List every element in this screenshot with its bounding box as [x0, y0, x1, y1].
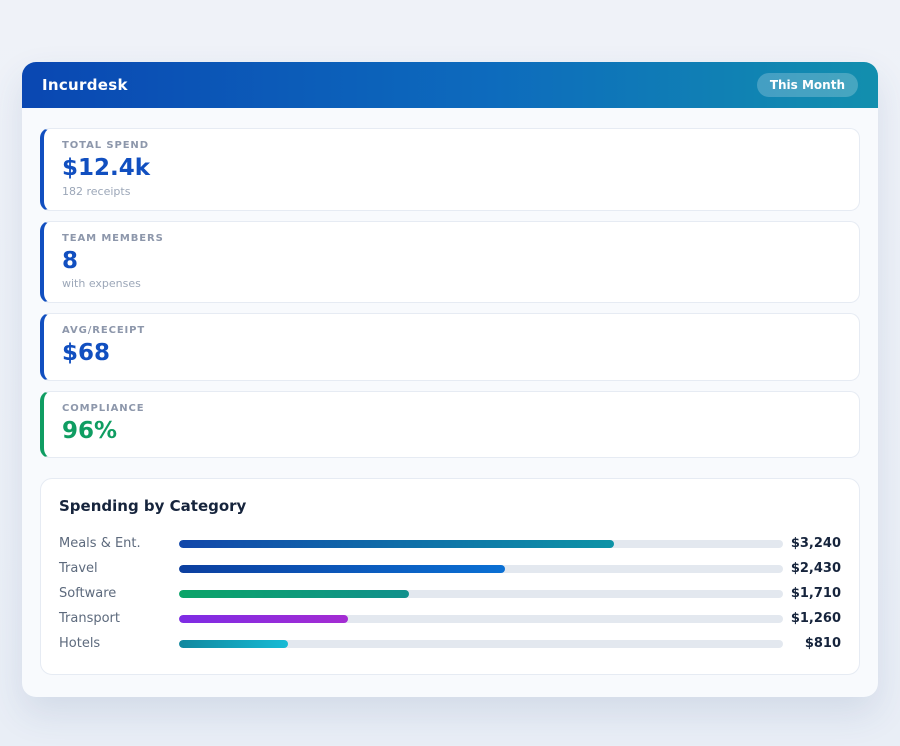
amount-label: $1,260	[783, 611, 841, 626]
stat-label: COMPLIANCE	[62, 403, 841, 414]
app-header: Incurdesk This Month	[22, 62, 878, 108]
stat-value: $68	[62, 340, 841, 368]
category-rows: Meals & Ent. $3,240 Travel $2,430 Software $1…	[59, 531, 841, 656]
bar-fill	[179, 540, 614, 548]
bar-track	[179, 590, 783, 598]
stat-value: 8	[62, 248, 841, 276]
app-panel: Incurdesk This Month TOTAL SPEND $12.4k 18…	[22, 62, 878, 697]
bar-fill	[179, 615, 348, 623]
amount-label: $3,240	[783, 536, 841, 551]
spending-card: Spending by Category Meals & Ent. $3,240 T…	[40, 478, 860, 675]
bar-fill	[179, 565, 505, 573]
stat-card-avg-receipt: AVG/RECEIPT $68	[40, 313, 860, 381]
category-label: Travel	[59, 561, 179, 576]
stat-value: $12.4k	[62, 155, 841, 183]
bar-track	[179, 565, 783, 573]
panel-content: TOTAL SPEND $12.4k 182 receipts TEAM MEMBER…	[22, 108, 878, 697]
stat-subtext: 182 receipts	[62, 185, 841, 198]
bar-row: Hotels $810	[59, 631, 841, 656]
app-title: Incurdesk	[42, 76, 128, 94]
bar-fill	[179, 590, 409, 598]
category-label: Hotels	[59, 636, 179, 651]
amount-label: $810	[783, 636, 841, 651]
bar-row: Travel $2,430	[59, 556, 841, 581]
stat-label: TEAM MEMBERS	[62, 233, 841, 244]
stat-value: 96%	[62, 418, 841, 446]
stat-label: AVG/RECEIPT	[62, 325, 841, 336]
bar-track	[179, 540, 783, 548]
bar-row: Software $1,710	[59, 581, 841, 606]
bar-row: Meals & Ent. $3,240	[59, 531, 841, 556]
bar-track	[179, 615, 783, 623]
amount-label: $2,430	[783, 561, 841, 576]
stat-label: TOTAL SPEND	[62, 140, 841, 151]
category-label: Meals & Ent.	[59, 536, 179, 551]
bar-fill	[179, 640, 288, 648]
category-label: Software	[59, 586, 179, 601]
stat-card-team-members: TEAM MEMBERS 8with expenses	[40, 221, 860, 304]
spending-title: Spending by Category	[59, 497, 841, 515]
stat-subtext: with expenses	[62, 277, 841, 290]
amount-label: $1,710	[783, 586, 841, 601]
stat-card-total-spend: TOTAL SPEND $12.4k 182 receipts	[40, 128, 860, 211]
stat-card-compliance: COMPLIANCE 96%	[40, 391, 860, 459]
bar-track	[179, 640, 783, 648]
stats-list: TOTAL SPEND $12.4k 182 receipts TEAM MEMBER…	[40, 128, 860, 458]
category-label: Transport	[59, 611, 179, 626]
bar-row: Transport $1,260	[59, 606, 841, 631]
period-badge[interactable]: This Month	[757, 73, 858, 97]
